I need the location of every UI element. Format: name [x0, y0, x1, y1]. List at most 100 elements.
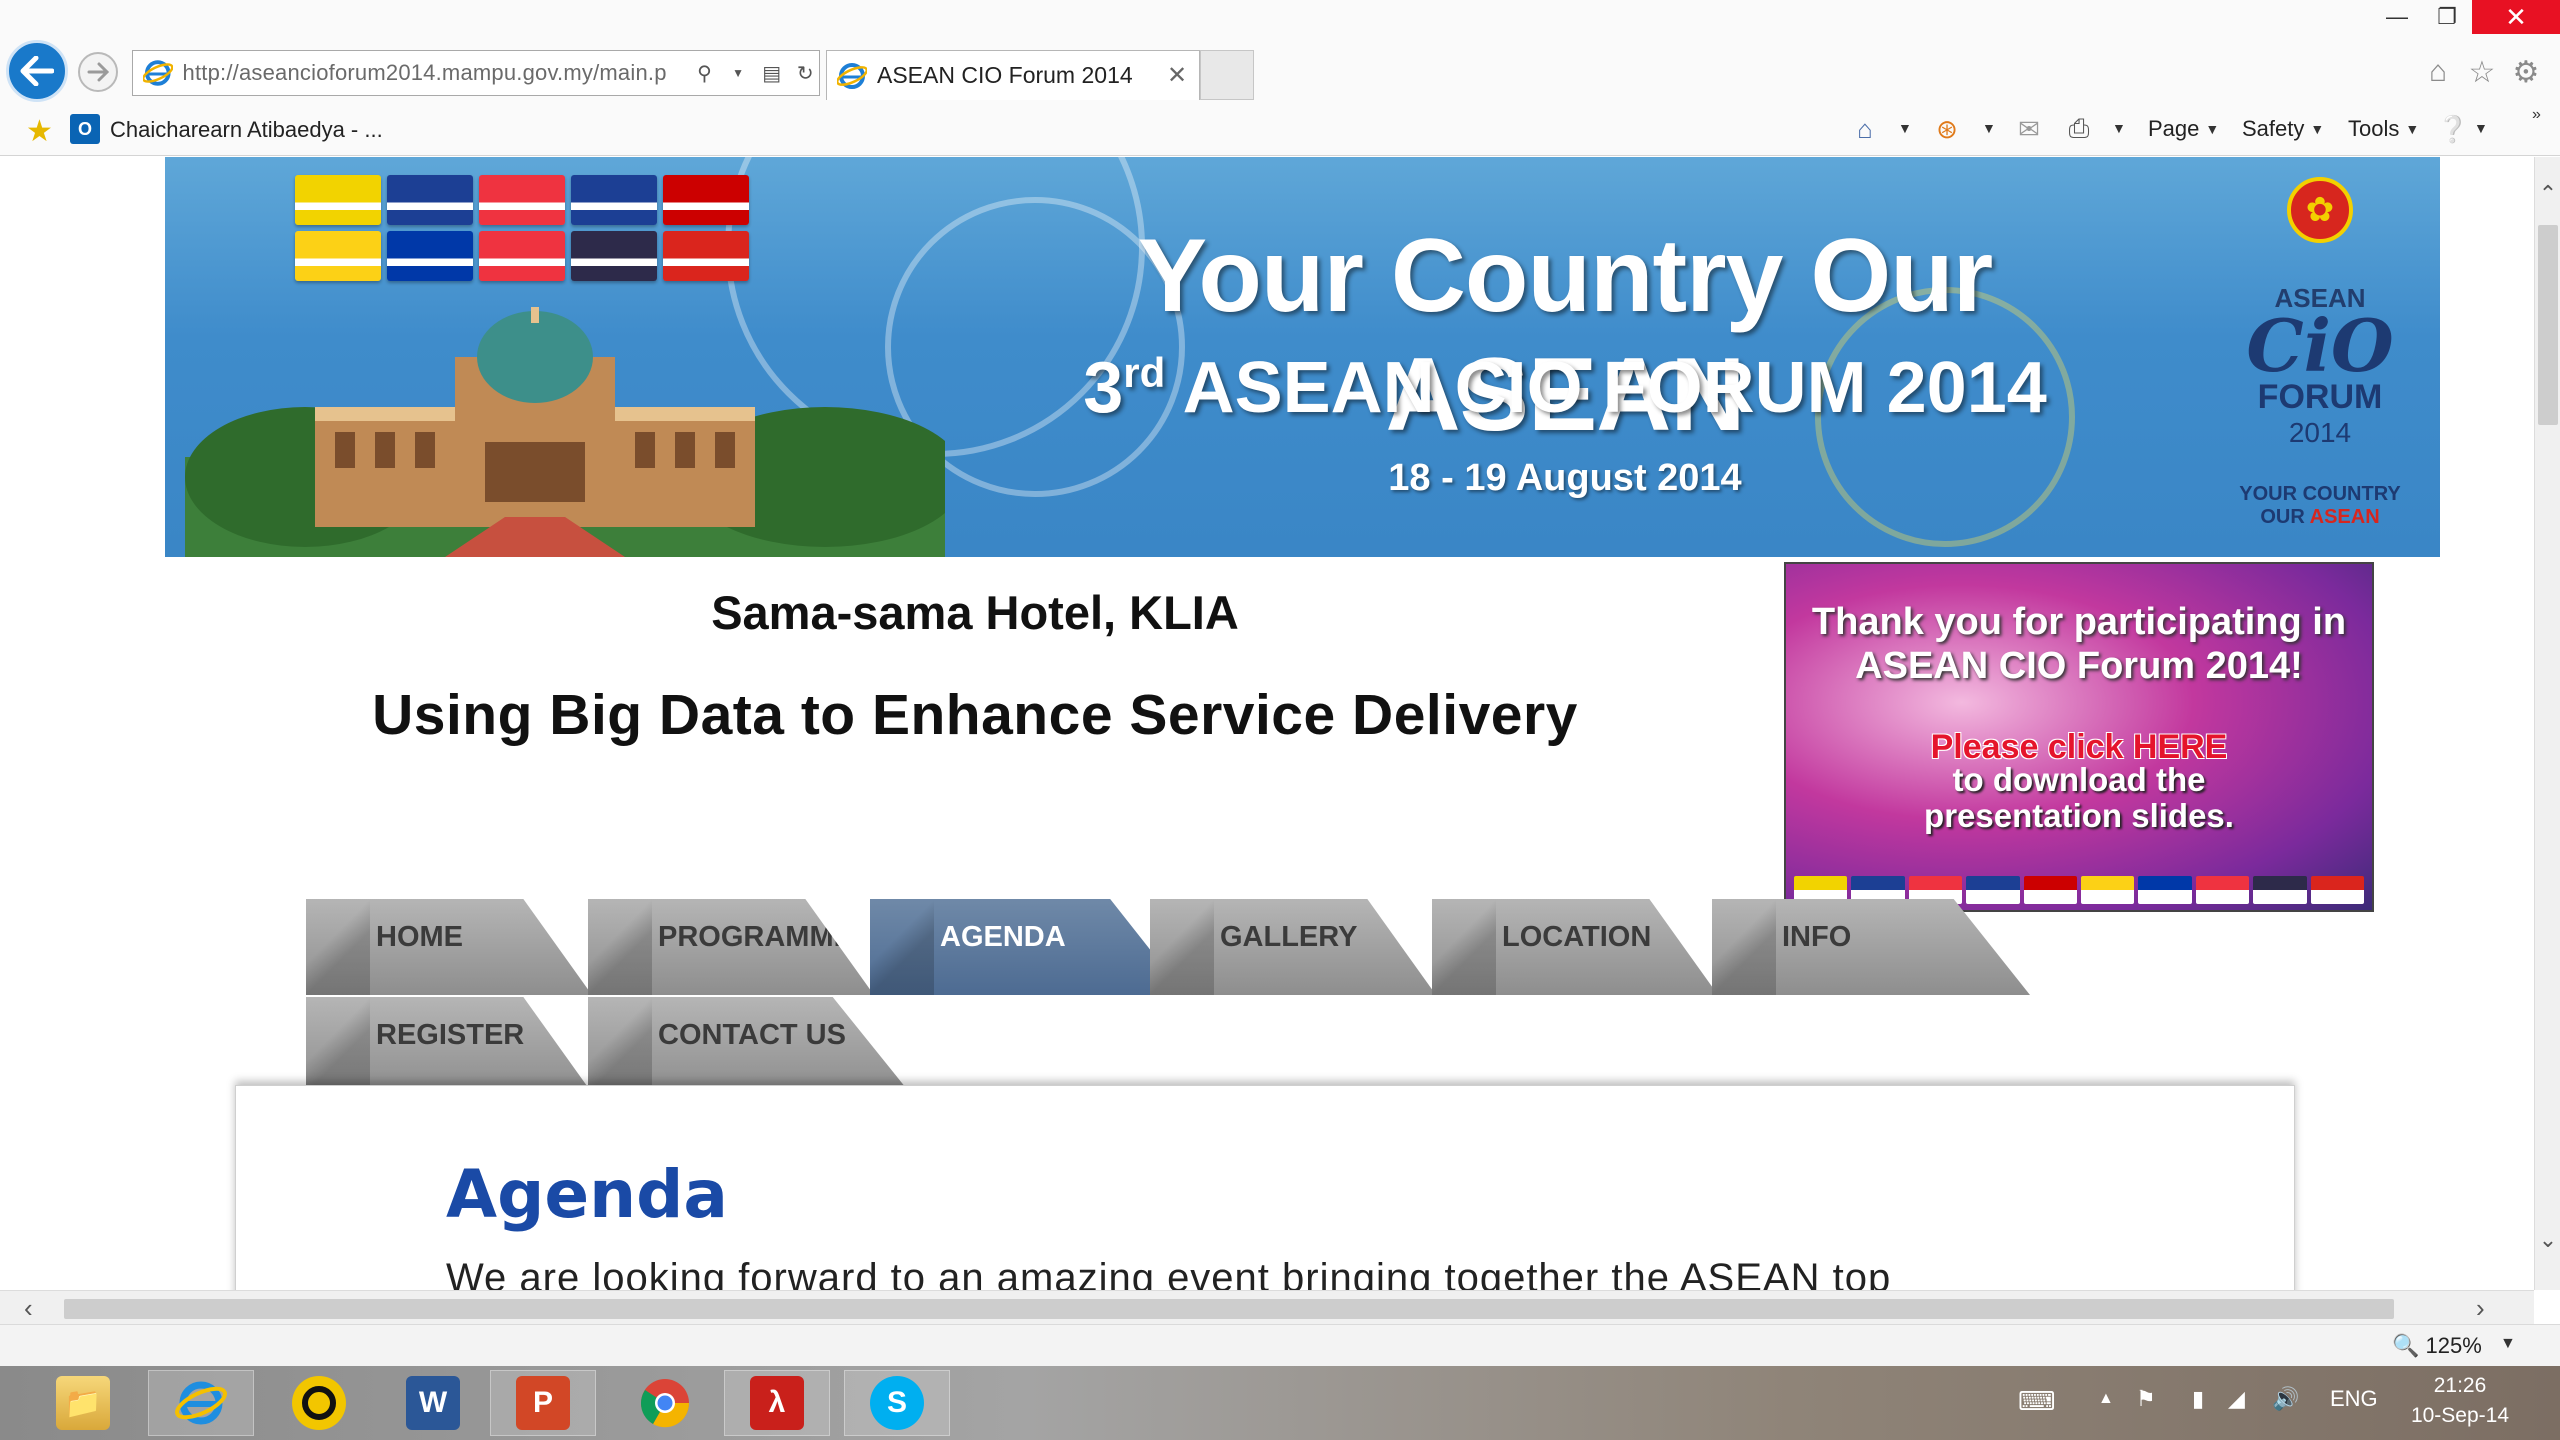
help-caret-icon[interactable]: ▼	[2474, 120, 2488, 136]
asean-flags	[295, 175, 755, 285]
back-button[interactable]	[6, 40, 68, 102]
chevron-down-icon: ▼	[2405, 121, 2420, 137]
skype-icon: S	[870, 1376, 924, 1430]
powerpoint-icon: P	[516, 1376, 570, 1430]
chrome-icon	[640, 1379, 690, 1428]
print-caret-icon[interactable]: ▼	[2112, 120, 2126, 136]
forum-ordinal-suffix: rd	[1123, 349, 1166, 396]
powerpoint-button[interactable]: P	[490, 1370, 596, 1436]
home-command-icon[interactable]: ⌂	[1848, 112, 1882, 146]
nav-tab-home[interactable]: HOME	[306, 899, 592, 995]
tab-close-icon[interactable]: ✕	[1167, 61, 1187, 90]
close-button[interactable]: ✕	[2472, 0, 2560, 34]
scroll-right-icon[interactable]: ›	[2476, 1293, 2485, 1324]
minimize-button[interactable]: —	[2372, 0, 2422, 34]
volume-icon[interactable]: 🔊	[2272, 1386, 2299, 1412]
search-icon[interactable]: ⚲	[691, 59, 719, 87]
feeds-caret-icon[interactable]: ▼	[1982, 120, 1996, 136]
zoom-magnifier-icon: 🔍	[2392, 1333, 2420, 1358]
promo-line-2: ASEAN CIO Forum 2014!	[1855, 645, 2303, 687]
back-arrow-icon	[20, 56, 54, 86]
nav-tab-register[interactable]: REGISTER	[306, 997, 592, 1093]
logo-tagline-1: YOUR COUNTRY	[2239, 483, 2401, 505]
flag	[2195, 876, 2250, 904]
vertical-scroll-thumb[interactable]	[2538, 225, 2558, 425]
home-icon[interactable]: ⌂	[2420, 54, 2456, 90]
input-language[interactable]: ENG	[2330, 1386, 2378, 1412]
scroll-left-icon[interactable]: ‹	[24, 1293, 33, 1324]
norton-button[interactable]	[266, 1370, 372, 1436]
chrome-button[interactable]	[612, 1370, 718, 1436]
nav-tab-info[interactable]: INFO	[1712, 899, 2030, 995]
forum-ordinal: 3	[1083, 348, 1124, 428]
horizontal-scrollbar[interactable]: ‹ ›	[0, 1290, 2534, 1324]
internet-explorer-button[interactable]	[148, 1370, 254, 1436]
acrobat-icon: λ	[750, 1376, 804, 1430]
restore-button[interactable]: ❐	[2422, 0, 2472, 34]
print-icon[interactable]: ⎙	[2062, 112, 2096, 146]
theme-heading: Using Big Data to Enhance Service Delive…	[372, 683, 1578, 747]
nav-tab-contact-us[interactable]: CONTACT US	[588, 997, 910, 1093]
read-mail-icon[interactable]: ✉	[2012, 112, 2046, 146]
nav-tab-agenda[interactable]: AGENDA	[870, 899, 1186, 995]
zoom-level[interactable]: 🔍 125%	[2392, 1333, 2482, 1359]
new-tab-button[interactable]	[1200, 50, 1254, 100]
page-menu[interactable]: Page ▼	[2148, 116, 2219, 142]
flag	[663, 231, 749, 281]
zoom-caret-icon[interactable]: ▼	[2500, 1335, 2516, 1353]
home-caret-icon[interactable]: ▼	[1898, 120, 1912, 136]
nav-tab-label: AGENDA	[940, 921, 1066, 953]
flag	[2310, 876, 2365, 904]
clock-date[interactable]: 10-Sep-14	[2400, 1404, 2520, 1428]
safety-menu[interactable]: Safety ▼	[2242, 116, 2324, 142]
chevron-down-icon: ▼	[2310, 121, 2325, 137]
scroll-down-icon[interactable]: ⌄	[2535, 1227, 2560, 1257]
flag	[2023, 876, 2078, 904]
nav-tab-gallery[interactable]: GALLERY	[1150, 899, 1436, 995]
scroll-up-icon[interactable]: ⌃	[2535, 181, 2560, 211]
norton-icon	[292, 1376, 346, 1430]
thank-you-promo-banner[interactable]: Thank you for participating in ASEAN CIO…	[1784, 562, 2374, 912]
logo-tagline-asean: ASEAN	[2309, 506, 2380, 528]
dropdown-caret-icon[interactable]: ▼	[724, 59, 752, 87]
clock-time[interactable]: 21:26	[2410, 1374, 2510, 1398]
vertical-scrollbar[interactable]: ⌃ ⌄	[2534, 157, 2560, 1290]
word-button[interactable]: W	[380, 1370, 486, 1436]
touch-keyboard-icon[interactable]: ⌨	[2018, 1386, 2056, 1417]
help-icon[interactable]: ❔	[2436, 112, 2470, 146]
nav-tab-location[interactable]: LOCATION	[1432, 899, 1718, 995]
tab-asean-cio-forum[interactable]: ASEAN CIO Forum 2014 ✕	[826, 50, 1200, 100]
ie-page-icon	[837, 62, 867, 89]
forward-button[interactable]	[78, 52, 118, 92]
tab-title: ASEAN CIO Forum 2014	[877, 62, 1133, 88]
file-explorer-button[interactable]: 📁	[30, 1370, 136, 1436]
favorites-add-icon[interactable]: ★	[26, 114, 53, 149]
favorites-star-icon[interactable]: ☆	[2464, 54, 2500, 90]
network-signal-icon[interactable]: ◢	[2228, 1386, 2245, 1412]
favorites-link[interactable]: Chaicharearn Atibaedya - ...	[110, 117, 383, 143]
asean-cio-forum-logo: ✿ ASEAN CiO FORUM 2014 YOUR COUNTRY OUR …	[2210, 167, 2430, 547]
more-commands-icon[interactable]: »	[2532, 106, 2541, 124]
nav-tab-label: INFO	[1782, 921, 1852, 953]
action-center-flag-icon[interactable]: ⚑	[2136, 1386, 2156, 1412]
flag	[663, 175, 749, 225]
tools-menu-label: Tools	[2348, 116, 2400, 141]
refresh-icon[interactable]: ↻	[791, 59, 819, 87]
tools-menu[interactable]: Tools ▼	[2348, 116, 2419, 142]
flag	[295, 175, 381, 225]
feeds-icon[interactable]: ⊛	[1930, 112, 1964, 146]
settings-gear-icon[interactable]: ⚙	[2508, 54, 2544, 90]
compatibility-view-icon[interactable]: ▤	[758, 59, 786, 87]
skype-button[interactable]: S	[844, 1370, 950, 1436]
nav-tab-programme[interactable]: PROGRAMME	[588, 899, 874, 995]
battery-icon[interactable]: ▮	[2192, 1386, 2204, 1412]
internet-explorer-icon	[175, 1381, 227, 1425]
horizontal-scroll-thumb[interactable]	[64, 1299, 2394, 1319]
address-bar[interactable]: http://aseancioforum2014.mampu.gov.my/ma…	[132, 50, 820, 96]
acrobat-button[interactable]: λ	[724, 1370, 830, 1436]
show-hidden-icons-icon[interactable]: ▲	[2098, 1390, 2114, 1408]
url-text[interactable]: http://aseancioforum2014.mampu.gov.my/ma…	[183, 60, 685, 86]
nav-tab-label: GALLERY	[1220, 921, 1358, 953]
flag	[571, 231, 657, 281]
forward-arrow-icon	[87, 62, 109, 82]
